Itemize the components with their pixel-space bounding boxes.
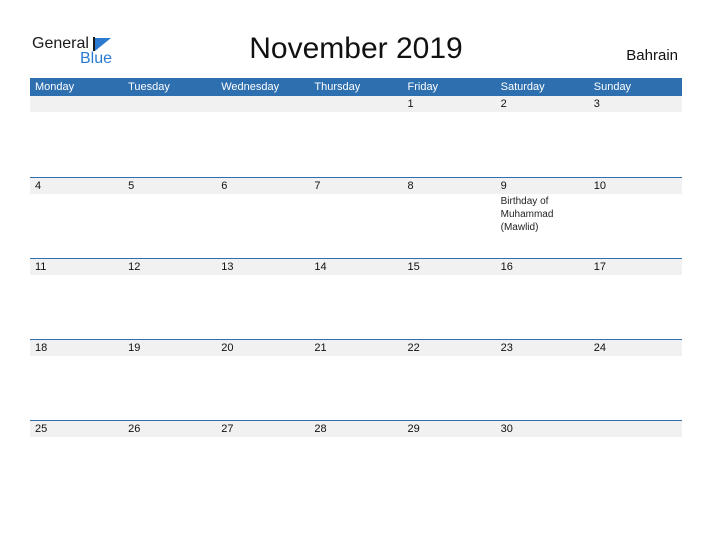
day-number: 16	[500, 261, 513, 273]
weeks-container: 1 2 3 4 5 6 7 8 9 Birthday of Muhammad (Mawlid) 10…	[30, 96, 682, 501]
day-number	[314, 96, 402, 112]
day-cell: 14	[309, 259, 402, 275]
day-cell: 26	[123, 421, 216, 437]
day-number: 6	[221, 180, 228, 192]
day-cell: 19	[123, 340, 216, 356]
day-cell: 1	[403, 96, 496, 112]
day-number: 25	[35, 423, 48, 435]
day-number: 15	[407, 261, 420, 273]
day-number: 14	[314, 261, 327, 273]
weekday-wednesday: Wednesday	[221, 81, 280, 93]
day-number: 20	[221, 342, 234, 354]
day-number: 3	[593, 98, 600, 110]
day-cell: 28	[309, 421, 402, 437]
day-number: 4	[35, 180, 42, 192]
week-row: 1 2 3	[30, 96, 682, 177]
day-cell: 16	[496, 259, 589, 275]
day-cell: 3	[589, 96, 682, 112]
day-number: 2	[500, 98, 507, 110]
day-cell	[216, 96, 309, 112]
week-row: 18 19 20 21 22 23 24	[30, 339, 682, 420]
day-number	[594, 421, 682, 437]
week-row: 25 26 27 28 29 30	[30, 420, 682, 501]
day-cell	[123, 96, 216, 112]
weekday-header: Monday Tuesday Wednesday Thursday Friday…	[30, 78, 682, 96]
day-number	[35, 96, 123, 112]
day-number	[221, 96, 309, 112]
weekday-sunday: Sunday	[593, 81, 632, 93]
weekday-friday: Friday	[407, 81, 439, 93]
day-number: 1	[407, 98, 414, 110]
day-cell: 24	[589, 340, 682, 356]
calendar-title: November 2019	[249, 32, 463, 65]
calendar-grid: Monday Tuesday Wednesday Thursday Friday…	[30, 78, 682, 501]
day-number: 28	[314, 423, 327, 435]
day-number: 12	[128, 261, 141, 273]
day-cell: 21	[309, 340, 402, 356]
day-number: 17	[593, 261, 606, 273]
day-cell: 12	[123, 259, 216, 275]
day-number: 23	[500, 342, 513, 354]
day-number: 19	[128, 342, 141, 354]
day-number: 21	[314, 342, 327, 354]
week-row: 4 5 6 7 8 9 Birthday of Muhammad (Mawlid) 10	[30, 177, 682, 258]
holiday-label: Birthday of Muhammad (Mawlid)	[500, 196, 554, 233]
day-number: 9	[500, 180, 507, 192]
day-cell: 9 Birthday of Muhammad (Mawlid)	[496, 178, 589, 234]
day-number: 24	[593, 342, 606, 354]
day-cell: 7	[309, 178, 402, 234]
day-number: 5	[128, 180, 135, 192]
week-row: 11 12 13 14 15 16 17	[30, 258, 682, 339]
day-cell: 6	[216, 178, 309, 234]
day-cell: 23	[496, 340, 589, 356]
day-number	[128, 96, 216, 112]
day-cell: 17	[589, 259, 682, 275]
day-number: 26	[128, 423, 141, 435]
day-number: 10	[593, 180, 606, 192]
day-number: 27	[221, 423, 234, 435]
day-cell: 20	[216, 340, 309, 356]
day-number: 18	[35, 342, 48, 354]
day-cell: 30	[496, 421, 589, 437]
day-cell: 8	[403, 178, 496, 234]
day-number: 29	[407, 423, 420, 435]
day-cell	[309, 96, 402, 112]
day-cell: 5	[123, 178, 216, 234]
day-cell: 27	[216, 421, 309, 437]
day-cell: 18	[30, 340, 123, 356]
day-number: 7	[314, 180, 321, 192]
day-cell: 11	[30, 259, 123, 275]
day-number: 30	[500, 423, 513, 435]
day-number: 22	[407, 342, 420, 354]
day-cell: 15	[403, 259, 496, 275]
day-number: 8	[407, 180, 414, 192]
day-cell: 13	[216, 259, 309, 275]
day-cell: 22	[403, 340, 496, 356]
day-cell: 10	[589, 178, 682, 234]
day-cell: 29	[403, 421, 496, 437]
day-cell: 2	[496, 96, 589, 112]
day-cell	[30, 96, 123, 112]
day-cell: 25	[30, 421, 123, 437]
day-number: 13	[221, 261, 234, 273]
country-label: Bahrain	[626, 47, 678, 64]
weekday-thursday: Thursday	[314, 81, 361, 93]
day-cell: 4	[30, 178, 123, 234]
weekday-saturday: Saturday	[500, 81, 545, 93]
day-cell	[589, 421, 682, 437]
day-number: 11	[35, 261, 47, 273]
weekday-tuesday: Tuesday	[128, 81, 170, 93]
weekday-monday: Monday	[35, 81, 75, 93]
